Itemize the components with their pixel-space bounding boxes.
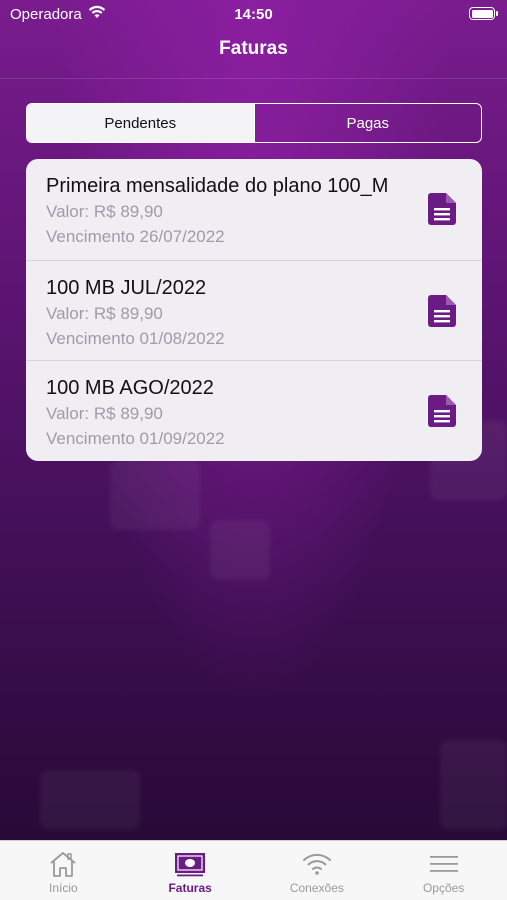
home-icon (50, 852, 76, 877)
invoice-due-date: Vencimento 26/07/2022 (46, 227, 225, 246)
tab-label: Início (49, 881, 78, 895)
status-bar: Operadora 14:50 (0, 0, 507, 30)
tab-opcoes[interactable]: Opções (380, 841, 507, 900)
invoice-money-icon (175, 853, 206, 877)
tab-label: Opções (422, 881, 465, 895)
background-decoration (440, 740, 507, 830)
document-icon[interactable] (428, 395, 456, 427)
invoice-title: 100 MB AGO/2022 (46, 377, 214, 399)
battery-icon (469, 7, 498, 20)
document-icon[interactable] (428, 193, 456, 225)
invoice-list: Primeira mensalidade do plano 100_M Valo… (26, 159, 482, 461)
header-divider (0, 78, 507, 79)
tab-faturas[interactable]: Faturas (127, 841, 254, 900)
background-decoration (210, 520, 270, 580)
invoice-value: Valor: R$ 89,90 (46, 202, 163, 221)
page-title: Faturas (219, 38, 288, 59)
status-time: 14:50 (234, 6, 273, 23)
document-icon[interactable] (428, 294, 456, 327)
tab-conexoes[interactable]: Conexões (254, 841, 381, 900)
tab-label: Conexões (289, 881, 344, 895)
invoice-due-date: Vencimento 01/09/2022 (46, 429, 225, 448)
invoice-row[interactable]: Primeira mensalidade do plano 100_M Valo… (26, 159, 482, 260)
invoice-row[interactable]: 100 MB AGO/2022 Valor: R$ 89,90 Vencimen… (26, 360, 482, 461)
invoice-row[interactable]: 100 MB JUL/2022 Valor: R$ 89,90 Vencimen… (26, 259, 482, 361)
wifi-icon (302, 853, 331, 875)
segment-pendentes[interactable]: Pendentes (27, 104, 254, 142)
background-decoration (110, 460, 200, 530)
tab-label: Faturas (168, 881, 212, 895)
menu-icon (429, 856, 458, 872)
invoice-value: Valor: R$ 89,90 (46, 404, 163, 423)
invoice-title: 100 MB JUL/2022 (46, 276, 207, 299)
segment-pagas[interactable]: Pagas (253, 104, 482, 142)
invoice-due-date: Vencimento 01/08/2022 (46, 328, 225, 348)
invoice-status-segmented-control: Pendentes Pagas (26, 103, 482, 143)
tab-bar: Início Faturas Conexões Opções (0, 840, 507, 900)
tab-inicio[interactable]: Início (0, 841, 127, 900)
invoice-title: Primeira mensalidade do plano 100_M (46, 175, 389, 197)
background-decoration (40, 770, 140, 830)
invoice-value: Valor: R$ 89,90 (46, 303, 163, 323)
